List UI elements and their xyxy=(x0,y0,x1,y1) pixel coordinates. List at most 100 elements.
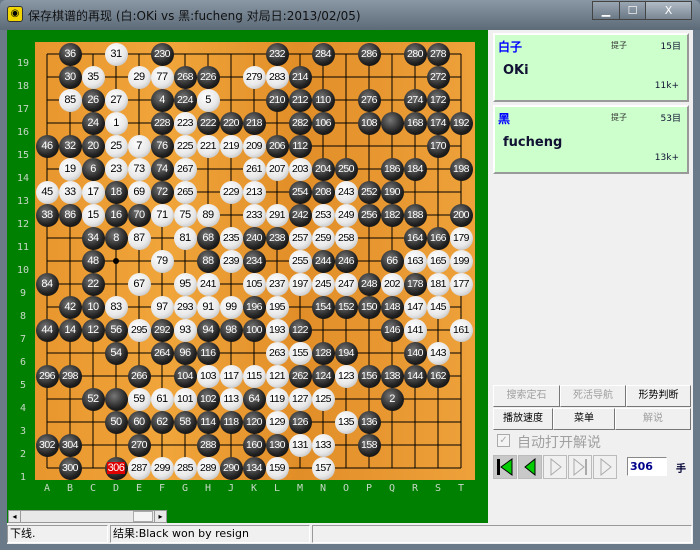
black-stone-B2: 304 xyxy=(58,433,82,457)
white-stone-R7: 141 xyxy=(403,318,427,342)
black-stone-F19: 230 xyxy=(150,42,174,66)
white-stone-T9: 177 xyxy=(449,272,473,296)
black-stone-H11: 68 xyxy=(196,226,220,250)
black-stone-O8: 152 xyxy=(334,295,358,319)
black-stone-S15: 170 xyxy=(426,134,450,158)
black-stone-R17: 274 xyxy=(403,88,427,112)
white-stone-H12: 89 xyxy=(196,203,220,227)
black-stone-J7: 98 xyxy=(219,318,243,342)
column-label: F xyxy=(158,483,166,494)
row-label: 3 xyxy=(19,426,27,437)
white-stone-E4: 59 xyxy=(127,387,151,411)
white-stone-J13: 229 xyxy=(219,180,243,204)
white-player-name: OKi xyxy=(503,63,529,78)
column-label: C xyxy=(89,483,97,494)
close-button[interactable]: X xyxy=(645,1,692,20)
white-stone-E13: 69 xyxy=(127,180,151,204)
white-stone-J11: 235 xyxy=(219,226,243,250)
black-stone-M13: 254 xyxy=(288,180,312,204)
white-stone-D19: 31 xyxy=(104,42,128,66)
row-label: 5 xyxy=(19,380,27,391)
white-stone-G13: 265 xyxy=(173,180,197,204)
black-stone-E12: 70 xyxy=(127,203,151,227)
black-stone-P8: 150 xyxy=(357,295,381,319)
play-button[interactable] xyxy=(593,455,617,479)
white-stone-O9: 247 xyxy=(334,272,358,296)
move-number-field[interactable]: 306 xyxy=(627,457,667,476)
white-stone-D16: 1 xyxy=(104,111,128,135)
scroll-right-arrow-icon[interactable]: ▸ xyxy=(154,511,166,522)
play-icon xyxy=(600,457,612,477)
last-move-icon xyxy=(573,457,587,477)
white-stone-F12: 71 xyxy=(150,203,174,227)
black-stone-C17: 26 xyxy=(81,88,105,112)
white-stone-K9: 105 xyxy=(242,272,266,296)
menu-button[interactable]: 菜单 xyxy=(553,408,615,430)
white-stone-L3: 129 xyxy=(265,410,289,434)
prev-move-button[interactable] xyxy=(518,455,542,479)
white-stone-N1: 157 xyxy=(311,456,335,480)
next-move-button[interactable] xyxy=(543,455,567,479)
white-stone-E15: 7 xyxy=(127,134,151,158)
black-stone-R16: 168 xyxy=(403,111,427,135)
black-stone-C7: 12 xyxy=(81,318,105,342)
column-label: O xyxy=(342,483,350,494)
minimize-button[interactable]: ▁ xyxy=(592,1,620,20)
black-stone-P16: 108 xyxy=(357,111,381,135)
white-stone-S6: 143 xyxy=(426,341,450,365)
row-label: 14 xyxy=(16,173,30,184)
commentary-button[interactable]: 解说 xyxy=(615,408,691,430)
black-stone-B18: 30 xyxy=(58,65,82,89)
move-unit-label: 手 xyxy=(676,464,686,475)
black-stone-J1: 290 xyxy=(219,456,243,480)
white-stone-F18: 77 xyxy=(150,65,174,89)
white-stone-K13: 213 xyxy=(242,180,266,204)
life-death-nav-button[interactable]: 死活导航 xyxy=(560,385,626,407)
auto-commentary-checkbox[interactable]: ✓ xyxy=(497,434,510,447)
black-stone-C10: 48 xyxy=(81,249,105,273)
black-stone-M12: 242 xyxy=(288,203,312,227)
scroll-thumb[interactable] xyxy=(133,511,153,522)
horizontal-scrollbar[interactable]: ◂ ▸ xyxy=(8,510,167,523)
panda-app-icon: ◉ xyxy=(7,6,23,22)
black-stone-L15: 206 xyxy=(265,134,289,158)
black-stone-D13: 18 xyxy=(104,180,128,204)
black-stone-D12: 16 xyxy=(104,203,128,227)
black-player-card: 黑 提子 53目 fucheng 13k+ xyxy=(493,105,689,174)
white-stone-C18: 35 xyxy=(81,65,105,89)
black-stone-B1: 300 xyxy=(58,456,82,480)
white-stone-O13: 243 xyxy=(334,180,358,204)
black-stone-F6: 264 xyxy=(150,341,174,365)
black-stone-O6: 194 xyxy=(334,341,358,365)
status-bar: 下线. 结果:Black won by resign xyxy=(7,525,693,543)
status-extra xyxy=(312,525,692,543)
black-stone-M16: 282 xyxy=(288,111,312,135)
first-move-button[interactable] xyxy=(493,455,517,479)
black-side-label: 黑 xyxy=(498,112,511,126)
black-stone-C16: 24 xyxy=(81,111,105,135)
search-joseki-button[interactable]: 搜索定石 xyxy=(493,385,560,407)
row-label: 12 xyxy=(16,219,30,230)
black-stone-M17: 212 xyxy=(288,88,312,112)
white-stone-L1: 159 xyxy=(265,456,289,480)
play-speed-button[interactable]: 播放速度 xyxy=(493,408,553,430)
maximize-button[interactable]: ☐ xyxy=(619,1,646,20)
row-label: 15 xyxy=(16,150,30,161)
row-label: 2 xyxy=(19,449,27,460)
white-stone-O3: 135 xyxy=(334,410,358,434)
column-label: Q xyxy=(388,483,396,494)
position-judge-button[interactable]: 形势判断 xyxy=(626,385,691,407)
client-area: 19 18 17 16 15 14 13 12 11 10 9 8 7 6 5 4 3 2 1 ABCDEFGHJK… xyxy=(7,30,693,544)
black-stone-C4: 52 xyxy=(81,387,105,411)
black-stone-P12: 256 xyxy=(357,203,381,227)
scroll-left-arrow-icon[interactable]: ◂ xyxy=(9,511,21,522)
title-bar: ◉ 保存棋谱的再现 (白:OKi vs 黑:fucheng 对局日:2013/0… xyxy=(0,0,700,30)
go-board[interactable]: 300 306 287 299 285 289 290 134 159 157 302 304 270 2… xyxy=(35,42,475,480)
last-move-button[interactable] xyxy=(568,455,592,479)
black-stone-B8: 42 xyxy=(58,295,82,319)
black-stone-H7: 94 xyxy=(196,318,220,342)
black-stone-R5: 144 xyxy=(403,364,427,388)
black-stone-Q4: 2 xyxy=(380,387,404,411)
white-stone-M4: 127 xyxy=(288,387,312,411)
white-stone-G7: 93 xyxy=(173,318,197,342)
